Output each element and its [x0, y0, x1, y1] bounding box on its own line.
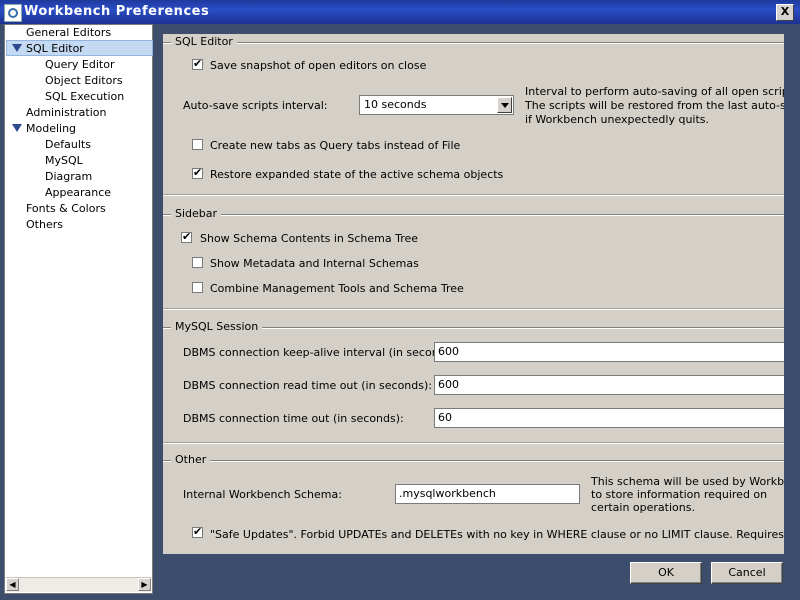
preferences-window: Workbench Preferences X General Editors …: [0, 0, 800, 600]
keepalive-label: DBMS connection keep-alive interval (in …: [183, 346, 460, 359]
window-title: Workbench Preferences: [24, 4, 210, 19]
tree-item-label: Diagram: [45, 170, 93, 183]
query-tabs-checkbox[interactable]: [192, 139, 203, 150]
read-timeout-label: DBMS connection read time out (in second…: [183, 379, 432, 392]
show-schema-contents-checkbox[interactable]: [181, 230, 192, 243]
autosave-interval-select[interactable]: 10 seconds: [359, 95, 514, 115]
tree-item-label: Fonts & Colors: [26, 202, 106, 215]
scroll-right-icon[interactable]: ▶: [138, 578, 151, 591]
safe-updates-label: "Safe Updates". Forbid UPDATEs and DELET…: [210, 528, 784, 541]
tree-item-mysql[interactable]: MySQL: [45, 153, 83, 169]
tree-item-object-editors[interactable]: Object Editors: [45, 73, 123, 89]
tree-item-diagram[interactable]: Diagram: [45, 169, 92, 185]
group-title: SQL Editor: [171, 35, 237, 48]
tree-item-label: Query Editor: [45, 58, 115, 71]
group-title: MySQL Session: [171, 320, 263, 333]
restore-state-label: Restore expanded state of the active sch…: [210, 168, 504, 181]
tree-item-label: Appearance: [45, 186, 112, 199]
sql-editor-group: SQL Editor: [163, 35, 784, 48]
group-title: Sidebar: [171, 207, 222, 220]
close-button[interactable]: X: [776, 4, 794, 21]
save-snapshot-label: Save snapshot of open editors on close: [210, 59, 427, 72]
section-divider: [163, 308, 784, 310]
tree-item-label: Administration: [26, 106, 107, 119]
sidebar-group: Sidebar: [163, 207, 784, 220]
schema-help-line-3: certain operations.: [591, 501, 695, 514]
tree-item-label: Others: [26, 218, 63, 231]
tree-item-label: Object Editors: [45, 74, 123, 87]
autosave-help-line-3: if Workbench unexpectedly quits.: [525, 113, 710, 126]
connection-timeout-label: DBMS connection time out (in seconds):: [183, 412, 404, 425]
autosave-help-line-2: The scripts will be restored from the la…: [525, 99, 784, 112]
tree-item-label: Modeling: [26, 122, 77, 135]
tree-item-sql-execution[interactable]: SQL Execution: [45, 89, 124, 105]
preferences-tree: General Editors SQL Editor Query Editor …: [4, 24, 153, 594]
combine-tools-checkbox[interactable]: [192, 282, 203, 293]
tree-item-query-editor[interactable]: Query Editor: [45, 57, 114, 73]
restore-state-checkbox[interactable]: [192, 166, 203, 179]
connection-timeout-input[interactable]: 60: [434, 408, 784, 428]
schema-help-line-1: This schema will be used by Workbench: [591, 475, 784, 488]
tree-item-defaults[interactable]: Defaults: [45, 137, 91, 153]
cancel-button[interactable]: Cancel: [711, 562, 783, 584]
query-tabs-label: Create new tabs as Query tabs instead of…: [210, 139, 461, 152]
tree-item-label: General Editors: [26, 26, 112, 39]
tree-item-label: MySQL: [45, 154, 83, 167]
horizontal-scrollbar[interactable]: ◀ ▶: [6, 577, 151, 592]
read-timeout-input[interactable]: 600: [434, 375, 784, 395]
save-snapshot-checkbox[interactable]: [192, 57, 203, 70]
internal-schema-label: Internal Workbench Schema:: [183, 488, 342, 501]
section-divider: [163, 442, 784, 444]
tree-item-sql-editor[interactable]: SQL Editor: [26, 41, 84, 57]
tree-item-administration[interactable]: Administration: [26, 105, 107, 121]
other-group: Other: [163, 453, 784, 466]
scroll-left-icon[interactable]: ◀: [6, 578, 19, 591]
autosave-help-line-1: Interval to perform auto-saving of all o…: [525, 85, 784, 98]
tree-item-label: SQL Editor: [26, 42, 84, 55]
show-schema-contents-label: Show Schema Contents in Schema Tree: [200, 232, 419, 245]
preferences-content: SQL Editor Save snapshot of open editors…: [163, 34, 784, 554]
tree-item-modeling[interactable]: Modeling: [26, 121, 76, 137]
dropdown-arrow-icon[interactable]: [497, 97, 512, 113]
internal-schema-input[interactable]: .mysqlworkbench: [395, 484, 580, 504]
tree-item-label: SQL Execution: [45, 90, 125, 103]
safe-updates-checkbox[interactable]: [192, 525, 203, 538]
section-divider: [163, 194, 784, 196]
show-metadata-checkbox[interactable]: [192, 257, 203, 268]
tree-item-appearance[interactable]: Appearance: [45, 185, 111, 201]
tree-item-fonts-colors[interactable]: Fonts & Colors: [26, 201, 106, 217]
mysql-session-group: MySQL Session: [163, 320, 784, 333]
title-bar: Workbench Preferences X: [0, 0, 800, 24]
keepalive-input[interactable]: 600: [434, 342, 784, 362]
group-title: Other: [171, 453, 211, 466]
combine-tools-label: Combine Management Tools and Schema Tree: [210, 282, 464, 295]
expanded-arrow-icon[interactable]: [12, 124, 22, 132]
autosave-value: 10 seconds: [364, 98, 427, 111]
tree-item-label: Defaults: [45, 138, 91, 151]
show-metadata-label: Show Metadata and Internal Schemas: [210, 257, 419, 270]
ok-button[interactable]: OK: [630, 562, 702, 584]
tree-item-general-editors[interactable]: General Editors: [26, 25, 111, 41]
expanded-arrow-icon[interactable]: [12, 44, 22, 52]
autosave-label: Auto-save scripts interval:: [183, 99, 328, 112]
workbench-app-icon: [4, 4, 22, 22]
tree-item-others[interactable]: Others: [26, 217, 63, 233]
schema-help-line-2: to store information required on: [591, 488, 768, 501]
